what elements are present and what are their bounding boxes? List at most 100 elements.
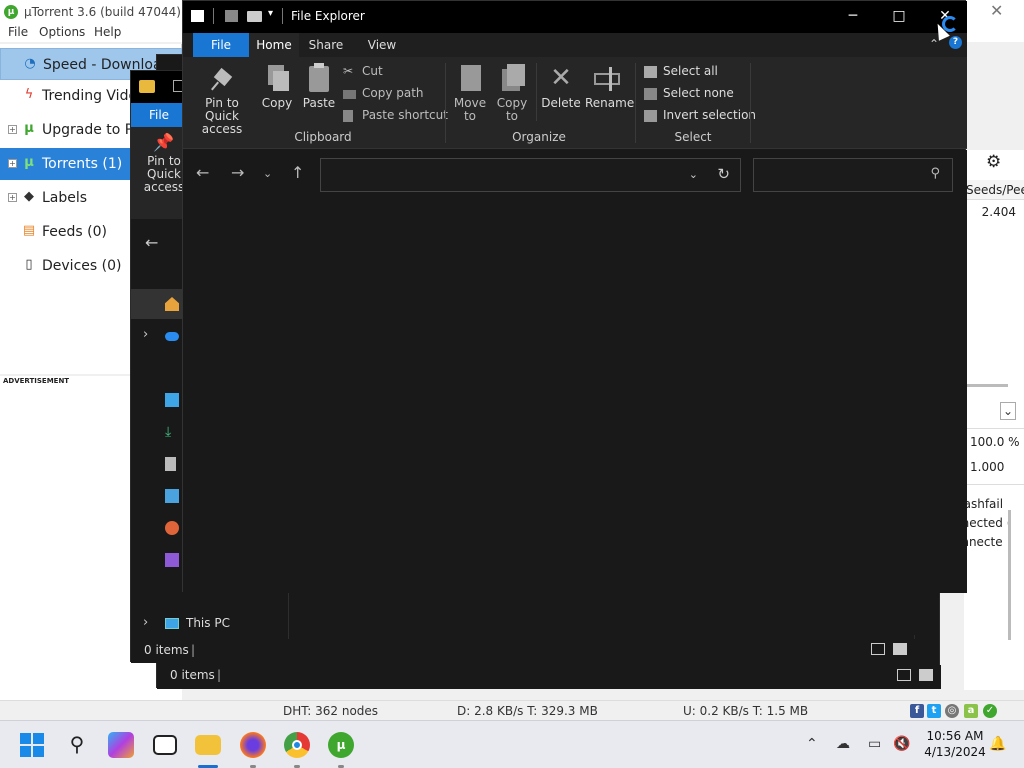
clock-time: 10:56 AM: [926, 729, 984, 743]
twitter-icon[interactable]: t: [927, 704, 941, 718]
utorrent-right-panel: ⚙ Seeds/Peers 2.404 ⌄ 100.0 % 1.000 hash…: [954, 150, 1024, 690]
file-explorer-window[interactable]: ▾ File Explorer ─ □ ✕ File Home Share Vi…: [182, 0, 967, 593]
menu-file[interactable]: File: [8, 25, 28, 39]
expand-icon[interactable]: +: [8, 125, 17, 134]
copilot-icon[interactable]: [108, 732, 134, 758]
folder-icon: [139, 80, 155, 93]
refresh-icon[interactable]: ↻: [717, 165, 730, 183]
onedrive-icon: [165, 332, 179, 341]
menu-options[interactable]: Options: [39, 25, 85, 39]
utorrent-taskbar-icon[interactable]: µ: [328, 732, 354, 758]
large-icons-view-button[interactable]: [893, 643, 907, 655]
items-count: 0 items: [170, 668, 215, 682]
move-to-button[interactable]: Move to: [453, 63, 487, 123]
chevron-down-icon[interactable]: ⌄: [689, 168, 698, 181]
pin-icon: [209, 63, 235, 93]
back-arrow-icon[interactable]: ←: [145, 233, 158, 252]
globe-icon[interactable]: ◎: [945, 704, 959, 718]
show-hidden-icons-icon[interactable]: ⌃: [806, 736, 818, 752]
column-header-seeds-peers[interactable]: Seeds/Peers: [964, 180, 1024, 200]
tab-share[interactable]: Share: [301, 33, 351, 57]
ribbon-tabs: File Home Share View ⌃: [183, 33, 967, 57]
titlebar: ▾ File Explorer ─ □ ✕: [183, 1, 967, 33]
forward-arrow-icon[interactable]: →: [231, 163, 244, 182]
home-icon: [165, 297, 179, 311]
group-label-clipboard: Clipboard: [294, 130, 352, 144]
task-view-icon[interactable]: [153, 735, 177, 755]
search-icon[interactable]: ⚲: [930, 166, 940, 181]
notification-bell-icon[interactable]: 🔔: [989, 736, 1006, 752]
chevron-down-icon[interactable]: ⌄: [1000, 402, 1016, 420]
sidebar-item-label: Labels: [42, 190, 88, 206]
move-to-icon: [457, 63, 483, 93]
tab-view[interactable]: View: [357, 33, 407, 57]
utorrent-close-button[interactable]: ✕: [990, 1, 1003, 20]
pin-to-quick-access-button[interactable]: Pin to Quick access: [189, 63, 255, 136]
rename-button[interactable]: Rename: [585, 63, 634, 110]
up-arrow-icon[interactable]: ↑: [291, 163, 304, 182]
loading-spinner-icon: [942, 16, 958, 32]
dht-status: DHT: 362 nodes: [283, 704, 379, 718]
chevron-right-icon[interactable]: ›: [143, 615, 148, 630]
pictures-icon: [165, 489, 179, 503]
upload-status: U: 0.2 KB/s T: 1.5 MB: [683, 704, 809, 718]
tree-item-this-pc[interactable]: › This PC: [131, 609, 289, 639]
properties-icon[interactable]: [225, 10, 238, 22]
navigation-bar: ← → ⌄ ↑ ⌄ ↻ ⚲: [183, 150, 967, 200]
network-icon[interactable]: ▭: [868, 736, 881, 752]
tag-icon: ◆: [24, 189, 34, 204]
search-icon[interactable]: ⚲: [64, 732, 90, 758]
vertical-scrollbar[interactable]: [1008, 510, 1011, 640]
clock[interactable]: 10:56 AM 4/13/2024: [918, 728, 992, 760]
tab-home[interactable]: Home: [249, 33, 299, 57]
start-icon[interactable]: [20, 733, 46, 759]
statusbar: 0 items |: [131, 639, 916, 663]
minimize-button[interactable]: ─: [830, 1, 876, 33]
sidebar-item-label: Devices (0): [42, 258, 122, 274]
horizontal-scrollbar[interactable]: [964, 384, 1008, 387]
gear-icon[interactable]: ⚙: [986, 152, 1001, 172]
android-icon[interactable]: a: [964, 704, 978, 718]
expand-icon[interactable]: +: [8, 159, 17, 168]
search-input[interactable]: ⚲: [753, 158, 953, 192]
file-explorer-icon[interactable]: [195, 735, 221, 755]
recent-locations-icon[interactable]: ⌄: [263, 167, 272, 180]
details-view-button[interactable]: [871, 643, 885, 655]
taskbar: ⚲ µ ⌃ ☁ ▭ 🔇 10:56 AM 4/13/2024 🔔: [0, 720, 1024, 768]
help-icon[interactable]: ?: [949, 36, 962, 49]
paste-button[interactable]: Paste: [301, 63, 337, 110]
new-folder-icon[interactable]: [247, 11, 262, 22]
documents-icon: [165, 457, 176, 471]
tab-file[interactable]: File: [193, 33, 249, 57]
chrome-icon[interactable]: [284, 732, 310, 758]
chevron-right-icon[interactable]: ›: [143, 327, 148, 342]
tab-file[interactable]: File: [131, 103, 187, 127]
maximize-button[interactable]: □: [876, 1, 922, 33]
group-label-organize: Organize: [512, 130, 566, 144]
delete-button[interactable]: ✕ Delete: [541, 63, 581, 110]
address-bar[interactable]: ⌄ ↻: [320, 158, 741, 192]
utorrent-icon: µ: [24, 121, 34, 136]
sidebar-item-label: Torrents (1): [42, 156, 123, 172]
music-icon: [165, 521, 179, 535]
large-icons-view-button[interactable]: [919, 669, 933, 681]
details-view-button[interactable]: [897, 669, 911, 681]
utorrent-statusbar: DHT: 362 nodes D: 2.8 KB/s T: 329.3 MB U…: [0, 700, 1024, 720]
file-list[interactable]: [183, 200, 967, 593]
lightning-icon: ϟ: [24, 87, 34, 102]
menu-help[interactable]: Help: [94, 25, 121, 39]
facebook-icon[interactable]: f: [910, 704, 924, 718]
firefox-icon[interactable]: [240, 732, 266, 758]
device-icon: ▯: [25, 257, 33, 272]
customize-quick-access-icon[interactable]: ▾: [268, 8, 273, 19]
utorrent-title: µTorrent 3.6 (build 47044) [32: [24, 5, 205, 19]
copy-icon: [264, 63, 290, 93]
copy-to-button[interactable]: Copy to: [495, 63, 529, 123]
copy-button[interactable]: Copy: [259, 63, 295, 110]
delete-icon: ✕: [550, 63, 572, 93]
back-arrow-icon[interactable]: ←: [196, 163, 209, 182]
copy-to-icon: [499, 63, 525, 93]
expand-icon[interactable]: +: [8, 193, 17, 202]
volume-icon[interactable]: 🔇: [893, 736, 910, 752]
onedrive-tray-icon[interactable]: ☁: [836, 736, 850, 752]
